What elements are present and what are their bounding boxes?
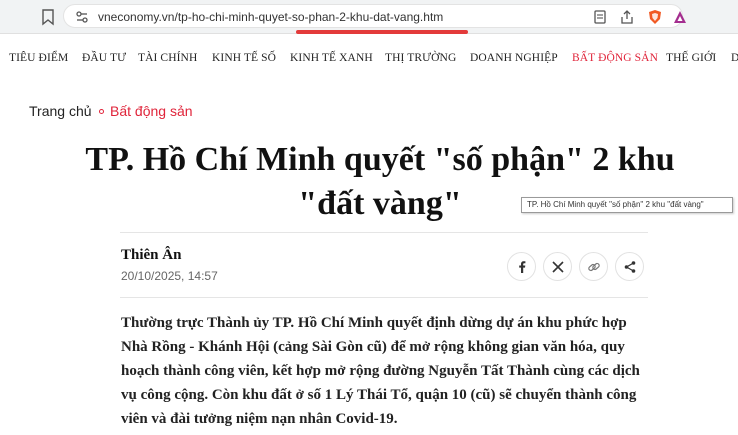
- more-share-button[interactable]: [615, 252, 644, 281]
- byline-bottom-divider: [120, 297, 648, 298]
- reader-mode-icon[interactable]: [592, 8, 608, 26]
- brave-rewards-icon[interactable]: [672, 8, 688, 26]
- nav-item-tieu-diem[interactable]: TIÊU ĐIỂM: [9, 52, 68, 64]
- facebook-icon: [515, 260, 529, 274]
- breadcrumb-category-link[interactable]: Bất động sản: [110, 103, 193, 119]
- share-icon: [623, 260, 637, 274]
- nav-item-kinh-te-so[interactable]: KINH TẾ SỐ: [212, 52, 276, 64]
- bookmark-icon[interactable]: [40, 8, 56, 26]
- site-header-accent: [296, 30, 468, 34]
- nav-item-tai-chinh[interactable]: TÀI CHÍNH: [138, 52, 197, 64]
- title-tooltip: TP. Hồ Chí Minh quyết "số phận" 2 khu "đ…: [521, 197, 733, 213]
- nav-item-thi-truong[interactable]: THỊ TRƯỜNG: [385, 52, 456, 64]
- browser-toolbar: vneconomy.vn/tp-ho-chi-minh-quyet-so-pha…: [0, 0, 738, 34]
- nav-item-the-gioi[interactable]: THẾ GIỚI: [666, 52, 716, 64]
- article-title-line-1: TP. Hồ Chí Minh quyết "số phận" 2 khu: [85, 141, 675, 178]
- x-icon: [551, 260, 565, 274]
- publish-date: 20/10/2025, 14:57: [121, 269, 218, 283]
- address-bar[interactable]: vneconomy.vn/tp-ho-chi-minh-quyet-so-pha…: [63, 4, 686, 28]
- nav-item-doanh-nghiep[interactable]: DOANH NGHIỆP: [470, 52, 558, 64]
- author-name[interactable]: Thiên Ân: [121, 247, 181, 264]
- nav-item-more[interactable]: D: [731, 52, 738, 64]
- category-nav: TIÊU ĐIỂM ĐẦU TƯ TÀI CHÍNH KINH TẾ SỐ KI…: [0, 48, 738, 76]
- breadcrumb-separator: [99, 109, 104, 114]
- link-icon: [587, 260, 601, 274]
- article-summary: Thường trực Thành ủy TP. Hồ Chí Minh quy…: [121, 315, 640, 427]
- article-title-line-2: "đất vàng": [298, 185, 462, 222]
- site-settings-icon[interactable]: [74, 9, 90, 25]
- breadcrumb-home-link[interactable]: Trang chủ: [29, 103, 92, 119]
- share-icon[interactable]: [619, 8, 635, 26]
- x-share-button[interactable]: [543, 252, 572, 281]
- nav-item-bat-dong-san[interactable]: BẤT ĐỘNG SẢN: [572, 52, 658, 64]
- facebook-share-button[interactable]: [507, 252, 536, 281]
- copy-link-button[interactable]: [579, 252, 608, 281]
- nav-item-kinh-te-xanh[interactable]: KINH TẾ XANH: [290, 52, 373, 64]
- url-text[interactable]: vneconomy.vn/tp-ho-chi-minh-quyet-so-pha…: [98, 10, 443, 24]
- nav-item-dau-tu[interactable]: ĐẦU TƯ: [82, 52, 126, 64]
- brave-shield-icon[interactable]: [647, 8, 663, 26]
- byline-top-divider: [120, 232, 648, 233]
